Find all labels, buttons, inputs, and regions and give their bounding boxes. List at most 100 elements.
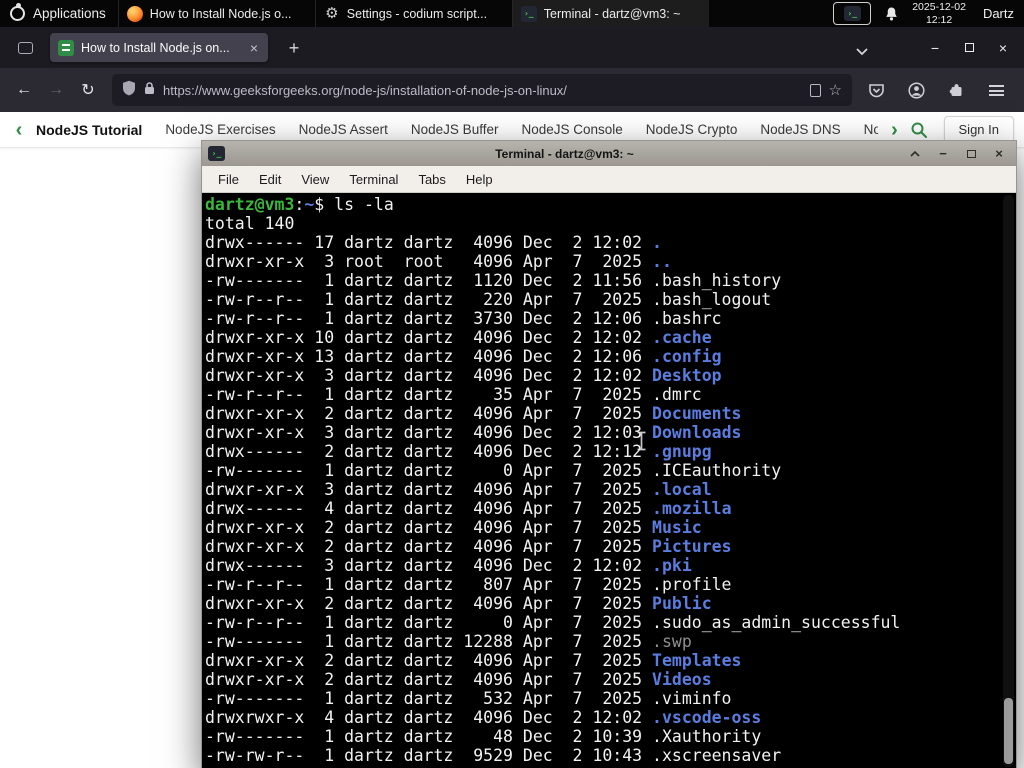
window-close-button[interactable]: × — [986, 27, 1020, 68]
user-menu[interactable]: Dartz — [979, 6, 1014, 21]
panel-right: ›_ 2025-12-02 12:12 Dartz — [833, 0, 1024, 27]
terminal-icon: ›_ — [520, 5, 537, 22]
taskbar-button-label: Settings - codium script... — [346, 6, 488, 21]
scrollbar-thumb[interactable] — [1004, 698, 1013, 764]
terminal-line: -rw------- 1 dartz dartz 12288 Apr 7 202… — [205, 632, 692, 651]
terminal-line: drwx------ 4 dartz dartz 4096 Apr 7 2025… — [205, 499, 732, 518]
terminal-line: drwxr-xr-x 3 dartz dartz 4096 Dec 2 12:0… — [205, 423, 742, 442]
site-nav-link[interactable]: NodeJS Buffer — [411, 122, 499, 137]
tab-bar: How to Install Node.js on... × + − × — [0, 27, 1024, 68]
terminal-menubar: File Edit View Terminal Tabs Help — [202, 166, 1016, 193]
window-controls: − × — [918, 27, 1020, 68]
pocket-icon[interactable] — [860, 75, 892, 105]
taskbar-button-settings[interactable]: ⚙ Settings - codium script... — [314, 0, 512, 27]
sign-in-button[interactable]: Sign In — [943, 116, 1014, 143]
applications-icon — [10, 3, 25, 21]
account-icon[interactable] — [900, 75, 932, 105]
terminal-line: drwx------ 3 dartz dartz 4096 Dec 2 12:0… — [205, 556, 692, 575]
clock-date: 2025-12-02 — [912, 0, 966, 13]
window-minimize-button[interactable]: − — [918, 27, 952, 68]
firefox-icon — [126, 5, 143, 22]
terminal-line: drwxr-xr-x 2 dartz dartz 4096 Apr 7 2025… — [205, 651, 742, 670]
firefox-view-button[interactable] — [12, 35, 38, 61]
terminal-titlebar[interactable]: ›_ Terminal - dartz@vm3: ~ − × — [202, 141, 1016, 166]
tab-close-button[interactable]: × — [248, 39, 260, 57]
navigation-toolbar: ← → ↻ https://www.geeksforgeeks.org/node… — [0, 68, 1024, 112]
terminal-line: drwxr-xr-x 2 dartz dartz 4096 Apr 7 2025… — [205, 404, 742, 423]
site-nav-link[interactable]: NodeJS Exercises — [165, 122, 275, 137]
terminal-maximize-button[interactable] — [960, 144, 982, 163]
list-tabs-button[interactable] — [856, 43, 868, 61]
terminal-window: ›_ Terminal - dartz@vm3: ~ − × File Edit V… — [201, 140, 1017, 768]
taskbar-button-label: How to Install Node.js o... — [149, 6, 292, 21]
terminal-line: drwxr-xr-x 3 dartz dartz 4096 Apr 7 2025… — [205, 480, 712, 499]
terminal-line: drwxr-xr-x 2 dartz dartz 4096 Apr 7 2025… — [205, 670, 712, 689]
top-panel: Applications How to Install Node.js o...… — [0, 0, 1024, 27]
search-icon[interactable] — [904, 121, 934, 139]
terminal-line: -rw-r--r-- 1 dartz dartz 3730 Dec 2 12:0… — [205, 309, 722, 328]
lock-icon[interactable] — [144, 81, 155, 100]
terminal-line: -rw------- 1 dartz dartz 0 Apr 7 2025 .I… — [205, 461, 782, 480]
menu-button[interactable] — [980, 75, 1012, 105]
terminal-line: -rw-r--r-- 1 dartz dartz 0 Apr 7 2025 .s… — [205, 613, 901, 632]
terminal-menu-file[interactable]: File — [208, 166, 249, 192]
clock[interactable]: 2025-12-02 12:12 — [912, 1, 966, 26]
site-nav-items: NodeJS Tutorial NodeJS Exercises NodeJS As… — [36, 122, 878, 138]
browser-tab[interactable]: How to Install Node.js on... × — [50, 33, 268, 62]
terminal-line: drwxr-xr-x 13 dartz dartz 4096 Dec 2 12:… — [205, 347, 722, 366]
url-text[interactable]: https://www.geeksforgeeks.org/node-js/in… — [163, 83, 802, 98]
taskbar: How to Install Node.js o... ⚙ Settings - c… — [117, 0, 709, 27]
applications-menu[interactable]: Applications — [0, 0, 118, 27]
terminal-line: -rw------- 1 dartz dartz 48 Dec 2 10:39 … — [205, 727, 762, 746]
terminal-line: drwx------ 2 dartz dartz 4096 Dec 2 12:1… — [205, 442, 712, 461]
terminal-line: drwxrwxr-x 4 dartz dartz 4096 Dec 2 12:0… — [205, 708, 762, 727]
bookmark-star-icon[interactable]: ☆ — [829, 83, 842, 98]
back-button[interactable]: ← — [8, 75, 40, 105]
reader-mode-icon[interactable] — [809, 83, 821, 97]
tracking-shield-icon[interactable] — [122, 80, 136, 101]
new-tab-button[interactable]: + — [281, 35, 307, 61]
terminal-menu-help[interactable]: Help — [456, 166, 503, 192]
clock-time: 12:12 — [925, 13, 953, 26]
site-nav-link[interactable]: NodeJS Crypto — [646, 122, 738, 137]
terminal-line: drwxr-xr-x 2 dartz dartz 4096 Apr 7 2025… — [205, 518, 702, 537]
taskbar-button-firefox[interactable]: How to Install Node.js o... — [117, 0, 315, 27]
tray-terminal-icon[interactable]: ›_ — [833, 2, 872, 25]
terminal-menu-tabs[interactable]: Tabs — [408, 166, 455, 192]
nav-scroll-left-icon[interactable]: ‹ — [10, 120, 28, 140]
terminal-line: -rw-r--r-- 1 dartz dartz 220 Apr 7 2025 … — [205, 290, 772, 309]
nav-scroll-right-icon[interactable]: › — [886, 120, 904, 140]
terminal-line: drwxr-xr-x 2 dartz dartz 4096 Apr 7 2025… — [205, 537, 732, 556]
terminal-line: drwxr-xr-x 2 dartz dartz 4096 Apr 7 2025… — [205, 594, 712, 613]
terminal-menu-view[interactable]: View — [291, 166, 339, 192]
url-bar[interactable]: https://www.geeksforgeeks.org/node-js/in… — [112, 74, 852, 106]
terminal-menu-terminal[interactable]: Terminal — [339, 166, 408, 192]
taskbar-button-label: Terminal - dartz@vm3: ~ — [543, 6, 681, 21]
site-nav-link[interactable]: NodeJS Console — [521, 122, 622, 137]
notification-bell-icon[interactable] — [884, 6, 899, 22]
terminal-line: -rw-r--r-- 1 dartz dartz 807 Apr 7 2025 … — [205, 575, 732, 594]
site-nav-link[interactable]: NodeJS Assert — [299, 122, 388, 137]
desktop: Applications How to Install Node.js o...… — [0, 0, 1024, 768]
terminal-scrollbar[interactable] — [1003, 195, 1014, 767]
site-favicon — [58, 39, 74, 56]
applications-label: Applications — [33, 6, 106, 21]
extensions-icon[interactable] — [940, 75, 972, 105]
site-nav-link[interactable]: NodeJS DNS — [760, 122, 840, 137]
terminal-line: -rw-r--r-- 1 dartz dartz 35 Apr 7 2025 .… — [205, 385, 702, 404]
shade-button[interactable] — [904, 144, 926, 163]
terminal-output[interactable]: dartz@vm3:~$ ls -la total 140 drwx------ 1… — [202, 193, 1016, 768]
terminal-menu-edit[interactable]: Edit — [249, 166, 291, 192]
terminal-minimize-button[interactable]: − — [932, 144, 954, 163]
terminal-line: drwxr-xr-x 3 root root 4096 Apr 7 2025 .… — [205, 252, 672, 271]
forward-button[interactable]: → — [40, 75, 72, 105]
taskbar-button-terminal[interactable]: ›_ Terminal - dartz@vm3: ~ — [511, 0, 709, 27]
toolbar-right — [860, 75, 1016, 105]
settings-icon: ⚙ — [325, 5, 339, 22]
terminal-line: -rw------- 1 dartz dartz 532 Apr 7 2025 … — [205, 689, 732, 708]
site-nav-link[interactable]: Node — [864, 122, 878, 137]
terminal-close-button[interactable]: × — [988, 144, 1010, 163]
site-nav-link[interactable]: NodeJS Tutorial — [36, 122, 142, 138]
window-restore-button[interactable] — [952, 27, 986, 68]
reload-button[interactable]: ↻ — [72, 75, 104, 105]
